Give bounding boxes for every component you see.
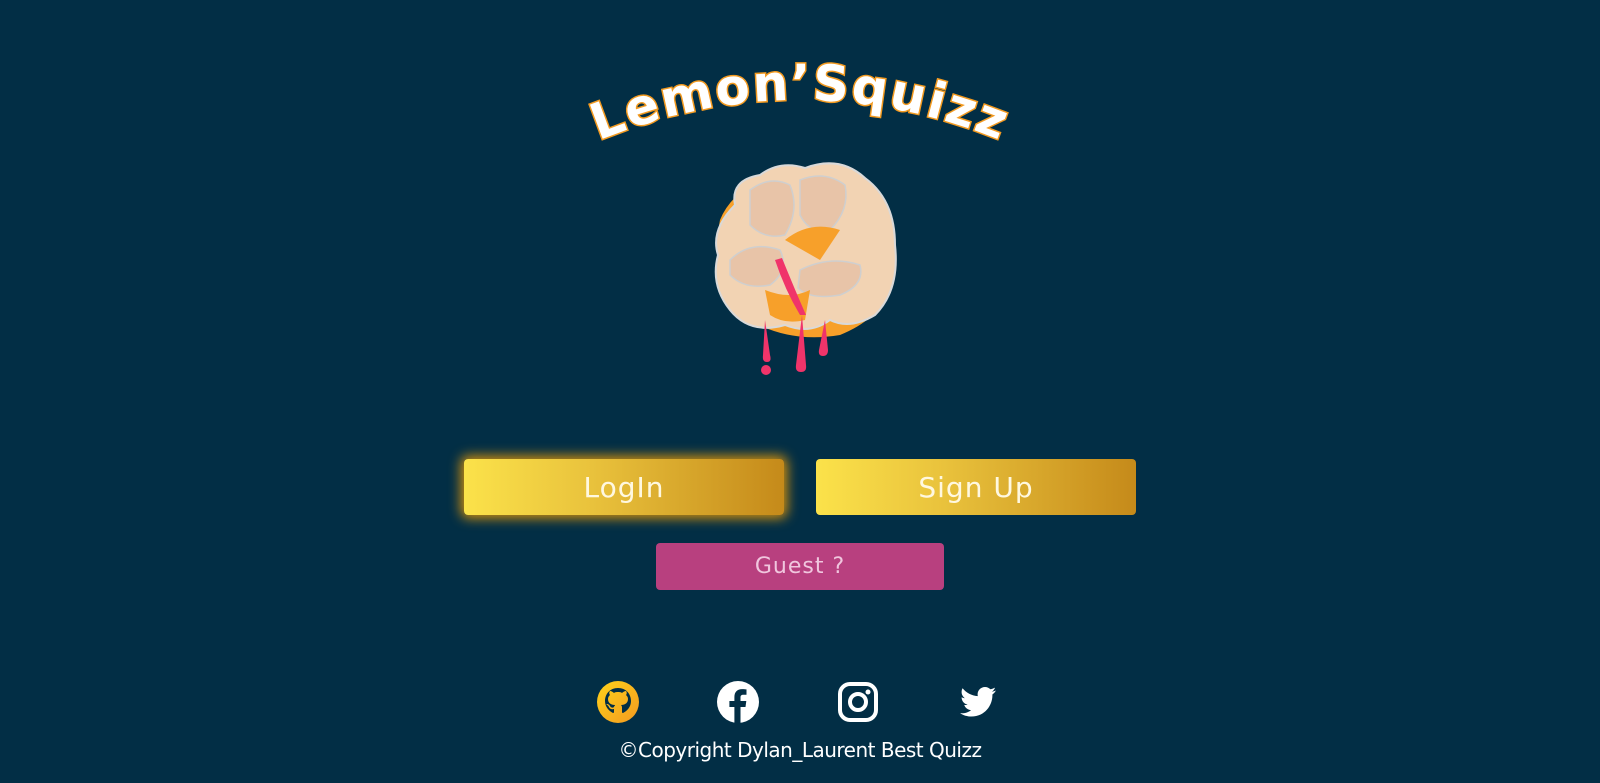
- signup-button[interactable]: Sign Up: [816, 459, 1136, 515]
- instagram-link[interactable]: [836, 680, 880, 724]
- signup-button-label: Sign Up: [918, 470, 1034, 504]
- login-button-label: LogIn: [583, 470, 665, 504]
- facebook-icon: [717, 681, 759, 723]
- github-link[interactable]: [596, 680, 640, 724]
- guest-button[interactable]: Guest ?: [656, 543, 944, 590]
- lemon-fist-logo: [690, 150, 920, 385]
- copyright-text: ©Copyright Dylan_Laurent Best Quizz: [618, 738, 982, 762]
- app-title-arc: Lemon’Squizz: [581, 52, 1017, 153]
- facebook-link[interactable]: [716, 680, 760, 724]
- social-links: [596, 680, 1006, 724]
- twitter-icon: [960, 687, 996, 717]
- svg-text:Lemon’Squizz: Lemon’Squizz: [582, 54, 1017, 152]
- app-title: Lemon’Squizz: [560, 50, 1040, 160]
- landing-page: Lemon’Squizz LogIn Sign Up Guest ? ©Copy…: [0, 0, 1600, 783]
- instagram-icon: [838, 682, 878, 722]
- lemon-fist-icon: [714, 162, 897, 375]
- app-title-text: Lemon’Squizz: [581, 52, 1017, 153]
- guest-button-label: Guest ?: [754, 554, 846, 579]
- github-icon: [597, 681, 639, 723]
- login-button[interactable]: LogIn: [464, 459, 784, 515]
- twitter-link[interactable]: [956, 680, 1000, 724]
